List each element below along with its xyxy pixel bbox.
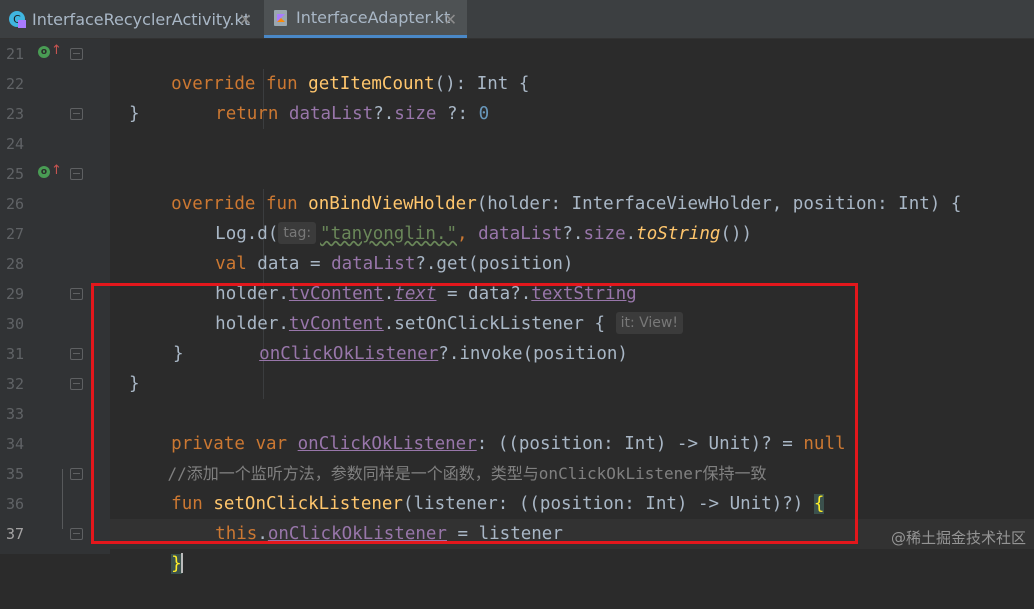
tab-label: InterfaceAdapter.kt [296, 8, 451, 27]
line-number: 34 [6, 435, 25, 453]
override-gutter-icon[interactable]: o ↑ [38, 43, 62, 61]
code-line-23: } [129, 104, 140, 124]
line-number: 29 [6, 285, 25, 303]
line-number: 33 [6, 405, 25, 423]
code-line-26: Log.d(tag: "tanyonglin.", dataList?.size.… [215, 222, 753, 244]
line-number: 27 [6, 225, 25, 243]
line-number: 21 [6, 45, 25, 63]
editor-tab-bar: C InterfaceRecyclerActivity.kt ✕ Interfa… [0, 0, 1034, 39]
line-number: 26 [6, 195, 25, 213]
fold-marker-icon[interactable] [70, 468, 83, 480]
tab-interface-recycler-activity[interactable]: C InterfaceRecyclerActivity.kt ✕ [0, 0, 262, 38]
line-number: 23 [6, 105, 25, 123]
line-number: 36 [6, 495, 25, 513]
code-line-25: override fun onBindViewHolder(holder: In… [171, 194, 962, 214]
fold-marker-icon[interactable] [70, 528, 83, 540]
fold-marker-icon[interactable] [70, 288, 83, 300]
highlight-annotation-box [91, 283, 858, 544]
code-line-27: val data = dataList?.get(position) [215, 254, 574, 274]
tab-interface-adapter[interactable]: InterfaceAdapter.kt ✕ [264, 0, 467, 38]
code-line-21: override fun getItemCount(): Int { [171, 74, 530, 94]
line-number-current: 37 [6, 525, 25, 543]
close-tab-icon[interactable]: ✕ [444, 10, 457, 29]
fold-marker-icon[interactable] [70, 48, 83, 60]
fold-marker-icon[interactable] [70, 378, 83, 390]
override-gutter-icon[interactable]: o ↑ [38, 163, 62, 181]
code-line-22: return dataList?.size ?: 0 [215, 104, 490, 124]
code-line-28: holder.tvContent.text = data?.textString [215, 284, 637, 304]
kotlin-file-icon [272, 9, 290, 27]
scope-guide-line [62, 469, 63, 529]
close-tab-icon[interactable]: ✕ [239, 10, 252, 29]
line-number: 32 [6, 375, 25, 393]
watermark: @稀土掘金技术社区 [890, 529, 1026, 547]
line-number: 35 [6, 465, 25, 483]
text-caret [180, 553, 183, 573]
fold-marker-icon[interactable] [70, 168, 83, 180]
line-number: 28 [6, 255, 25, 273]
line-number: 31 [6, 345, 25, 363]
line-number: 25 [6, 165, 25, 183]
line-number: 30 [6, 315, 25, 333]
fold-marker-icon[interactable] [70, 108, 83, 120]
line-number: 22 [6, 75, 25, 93]
line-number: 24 [6, 135, 25, 153]
kotlin-class-icon: C [8, 10, 26, 28]
fold-marker-icon[interactable] [70, 348, 83, 360]
tab-label: InterfaceRecyclerActivity.kt [32, 9, 250, 29]
